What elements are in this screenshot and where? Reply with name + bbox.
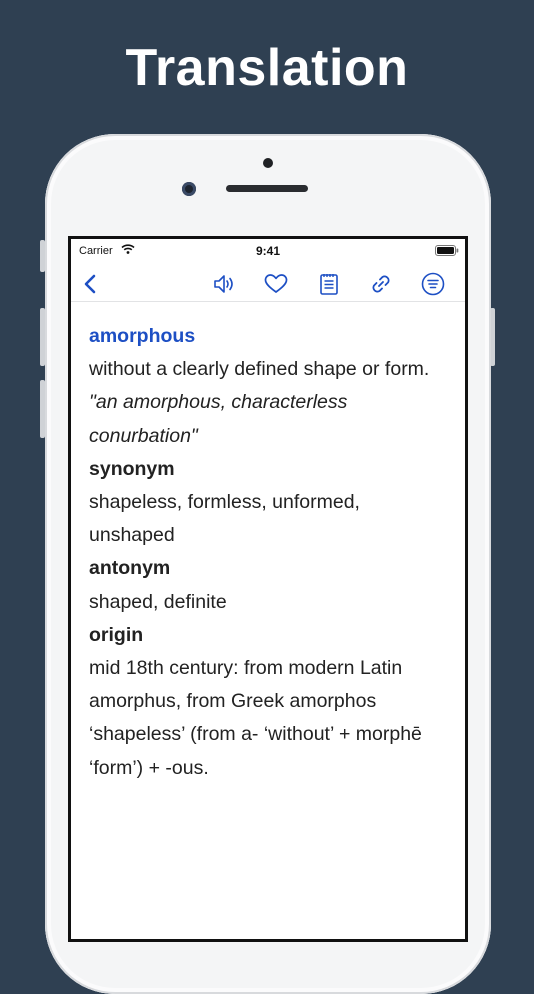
origin-label: origin — [89, 623, 144, 646]
antonym-label: antonym — [89, 557, 171, 580]
entry-content: amorphous without a clearly defined shap… — [71, 302, 465, 785]
app-screen: Carrier 9:41 amorphous without a clearly… — [68, 236, 468, 942]
synonym-list: shapeless, formless, unformed, unshaped — [89, 491, 360, 547]
entry-headword: amorphous — [89, 325, 196, 347]
notes-icon[interactable] — [316, 271, 342, 297]
phone-earpiece — [226, 185, 308, 192]
toolbar — [71, 265, 465, 302]
entry-definition: without a clearly defined shape or form. — [89, 358, 430, 381]
synonym-label: synonym — [89, 457, 175, 480]
antonym-list: shaped, definite — [89, 590, 227, 613]
status-bar: Carrier 9:41 — [71, 239, 465, 265]
phone-sensor — [263, 158, 273, 168]
speaker-icon[interactable] — [211, 271, 237, 297]
menu-icon[interactable] — [420, 271, 446, 297]
entry-example: "an amorphous, characterless conurbation… — [89, 391, 348, 447]
back-icon[interactable] — [79, 271, 105, 297]
phone-front-camera — [182, 182, 196, 196]
status-time: 9:41 — [255, 244, 281, 258]
battery-icon — [435, 245, 459, 259]
heart-icon[interactable] — [263, 271, 289, 297]
origin-text: mid 18th century: from modern Latin amor… — [89, 657, 422, 779]
promo-headline: Translation — [125, 39, 409, 97]
link-icon[interactable] — [368, 271, 394, 297]
